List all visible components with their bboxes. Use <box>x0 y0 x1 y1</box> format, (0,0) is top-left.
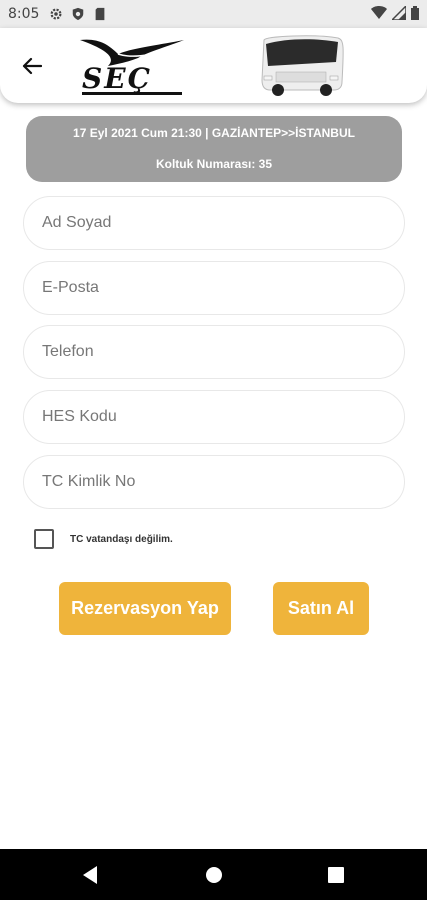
battery-icon <box>411 6 419 20</box>
logo-text: SEÇ <box>82 62 152 95</box>
hes-code-input[interactable] <box>24 391 404 443</box>
tc-id-field[interactable] <box>23 455 405 509</box>
seat-number: Koltuk Numarası: 35 <box>155 157 273 171</box>
name-input[interactable] <box>24 197 404 249</box>
arrow-back-icon <box>22 57 42 75</box>
settings-icon <box>50 8 62 20</box>
hes-code-field[interactable] <box>23 390 405 444</box>
nav-home-icon <box>206 867 222 883</box>
phone-input[interactable] <box>24 326 404 378</box>
status-bar: 8:05 <box>0 0 427 28</box>
back-button[interactable] <box>16 52 48 80</box>
nav-back-icon <box>83 866 97 884</box>
nav-back-button[interactable] <box>78 863 102 887</box>
bus-image <box>261 35 344 96</box>
trip-info-card: 17 Eyl 2021 Cum 21:30 | GAZİANTEP>>İSTAN… <box>26 116 402 182</box>
not-citizen-checkbox[interactable] <box>34 529 54 549</box>
nav-recents-icon <box>328 867 344 883</box>
trip-summary: 17 Eyl 2021 Cum 21:30 | GAZİANTEP>>İSTAN… <box>73 126 355 140</box>
email-input[interactable] <box>24 262 404 314</box>
sd-card-icon <box>96 7 105 21</box>
nav-recents-button[interactable] <box>324 863 348 887</box>
reserve-button[interactable]: Rezervasyon Yap <box>59 582 231 635</box>
wifi-icon <box>371 6 387 19</box>
tc-id-input[interactable] <box>24 456 404 508</box>
app-header: SEÇ <box>0 28 427 103</box>
brand-logo: SEÇ <box>78 36 188 96</box>
name-field[interactable] <box>23 196 405 250</box>
navigation-bar <box>0 849 427 900</box>
signal-icon <box>392 6 406 20</box>
status-right-icons <box>371 6 419 20</box>
buy-button[interactable]: Satın Al <box>273 582 369 635</box>
logo-underline <box>82 92 182 95</box>
shield-icon <box>73 7 84 21</box>
nav-home-button[interactable] <box>202 863 226 887</box>
email-field[interactable] <box>23 261 405 315</box>
phone-field[interactable] <box>23 325 405 379</box>
not-citizen-label: TC vatandaşı değilim. <box>70 533 173 545</box>
not-citizen-row[interactable]: TC vatandaşı değilim. <box>34 529 173 549</box>
status-time: 8:05 <box>8 6 40 22</box>
